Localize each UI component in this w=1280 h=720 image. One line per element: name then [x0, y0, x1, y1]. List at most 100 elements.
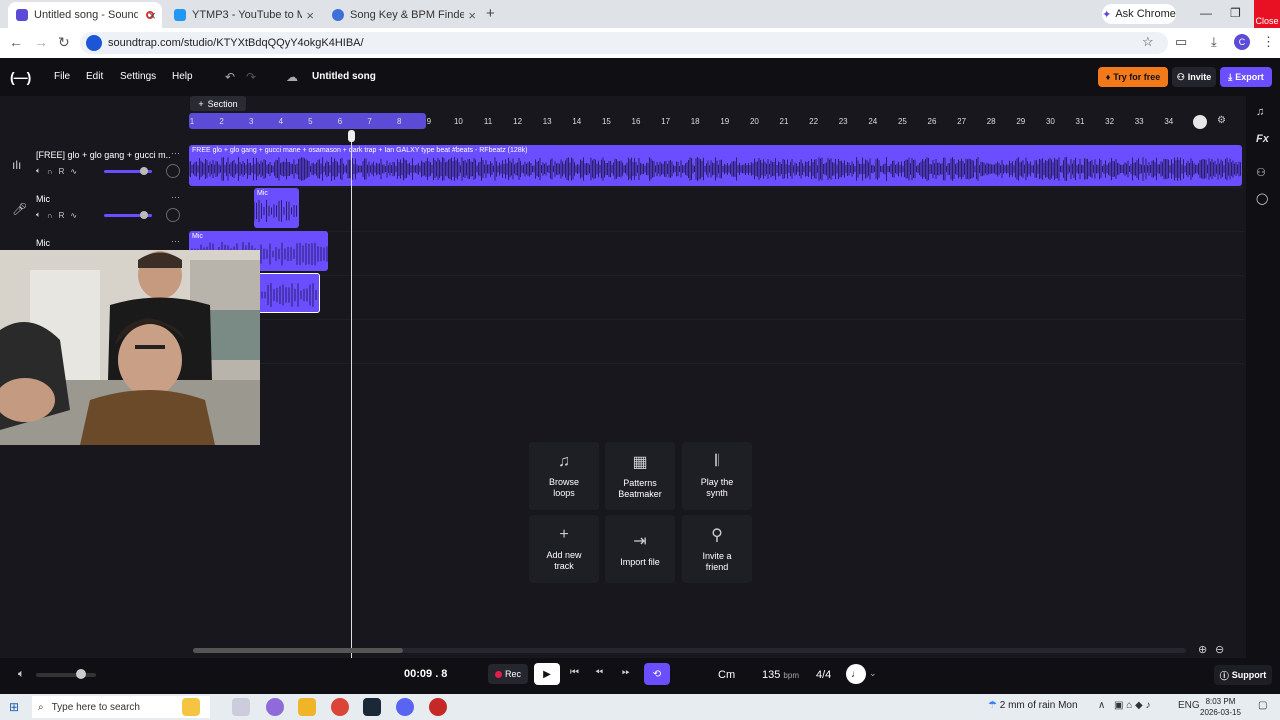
record-button[interactable]: Rec [488, 664, 528, 684]
chrome-menu-icon[interactable]: ⋮ [1262, 34, 1275, 50]
cast-icon[interactable]: ▭ [1175, 34, 1187, 50]
play-synth-card[interactable]: 𝄃 Play the synth [682, 442, 752, 510]
file-explorer-icon[interactable] [298, 698, 316, 716]
track-lane[interactable] [188, 320, 1244, 364]
scrollbar-thumb[interactable] [193, 648, 403, 653]
tab-tunebat[interactable]: Song Key & BPM Finder | Tunel × [324, 2, 482, 28]
bookmark-star-icon[interactable]: ☆ [1142, 34, 1154, 50]
maximize-icon[interactable]: ❐ [1230, 6, 1241, 20]
chevron-down-icon[interactable]: ⌄ [869, 668, 877, 679]
rewind-icon[interactable]: ⏪︎ [595, 667, 603, 678]
download-icon[interactable]: ⤓ [1211, 34, 1217, 50]
new-tab-icon[interactable]: + [486, 5, 495, 22]
music-note-icon[interactable]: ♫ [1256, 106, 1264, 118]
profile-avatar[interactable]: C [1234, 34, 1250, 50]
record-enable-button[interactable]: R [59, 167, 65, 176]
metronome-button[interactable]: ♩ [846, 664, 866, 684]
export-button[interactable]: ⤓ Export [1220, 67, 1272, 87]
chrome-icon[interactable] [331, 698, 349, 716]
reload-icon[interactable]: ↻ [58, 34, 70, 51]
volume-slider[interactable] [104, 211, 152, 219]
tab-ytmp3[interactable]: YTMP3 - YouTube to MP3 Conv × [166, 2, 320, 28]
timeline-settings-icon[interactable]: ⚙ [1217, 115, 1226, 126]
add-section-button[interactable]: + Section [190, 96, 246, 111]
mute-icon[interactable]: 🔈︎ [36, 166, 41, 176]
close-tab-icon[interactable]: × [306, 8, 314, 23]
task-view-icon[interactable] [232, 698, 250, 716]
soundtrap-logo[interactable]: (—) [10, 69, 31, 85]
close-tab-icon[interactable]: × [148, 8, 156, 23]
solo-headphones-icon[interactable]: ∩ [47, 167, 53, 176]
more-options-icon[interactable]: ··· [171, 236, 180, 246]
track-name[interactable]: Mic [36, 238, 171, 248]
audio-clip[interactable]: Mic [254, 188, 299, 228]
track-header[interactable]: 🎤︎ Mic ··· 🔈︎ ∩ R ∿ [0, 188, 188, 232]
support-button[interactable]: ⓘ Support [1214, 665, 1272, 685]
skip-to-start-icon[interactable]: ⏮︎ [570, 667, 579, 678]
app-icon[interactable] [429, 698, 447, 716]
song-title[interactable]: Untitled song [312, 71, 376, 82]
url-input[interactable]: soundtrap.com/studio/KTYXtBdqQQyY4okgK4H… [80, 32, 1168, 54]
pan-knob[interactable] [166, 208, 180, 222]
automation-icon[interactable]: ∿ [70, 167, 77, 176]
volume-knob[interactable] [140, 167, 148, 175]
master-volume-icon[interactable]: 🔈︎ [18, 668, 25, 681]
zoom-in-icon[interactable]: ⊕ [1198, 643, 1207, 656]
fx-icon[interactable]: Fx [1256, 133, 1269, 145]
ask-chrome-button[interactable]: ✦ Ask Chrome [1102, 4, 1176, 24]
close-tab-icon[interactable]: × [468, 8, 476, 23]
track-lane[interactable] [188, 188, 1244, 232]
invite-button[interactable]: ⚇ Invite [1172, 67, 1216, 87]
track-lane[interactable] [188, 276, 1244, 320]
menu-file[interactable]: File [54, 71, 70, 82]
mute-icon[interactable]: 🔈︎ [36, 210, 41, 220]
record-enable-button[interactable]: R [59, 211, 65, 220]
master-volume-knob[interactable] [76, 669, 86, 679]
chat-icon[interactable]: ◯ [1256, 192, 1268, 205]
copilot-icon[interactable] [266, 698, 284, 716]
menu-edit[interactable]: Edit [86, 71, 103, 82]
discord-icon[interactable] [396, 698, 414, 716]
weather-widget[interactable]: ☂ 2 mm of rain Mon [988, 700, 1078, 711]
time-signature[interactable]: 4/4 [816, 669, 831, 681]
windows-start-icon[interactable]: ⊞ [9, 700, 19, 714]
more-options-icon[interactable]: ··· [171, 192, 180, 202]
search-highlight-icon[interactable] [182, 698, 200, 716]
language-indicator[interactable]: ENG [1178, 700, 1200, 711]
follow-playhead-icon[interactable] [1193, 115, 1207, 129]
pan-knob[interactable] [166, 164, 180, 178]
volume-slider[interactable] [104, 167, 152, 175]
collaborators-icon[interactable]: ⚇ [1256, 166, 1266, 179]
site-info-icon[interactable] [86, 35, 102, 51]
fast-forward-icon[interactable]: ⏩︎ [622, 667, 630, 678]
key-selector[interactable]: Cm [718, 669, 735, 681]
playhead-handle[interactable] [348, 130, 355, 142]
redo-icon[interactable]: ↷ [246, 70, 256, 84]
notifications-icon[interactable]: ▢ [1258, 700, 1267, 711]
solo-headphones-icon[interactable]: ∩ [47, 211, 53, 220]
horizontal-scrollbar[interactable] [193, 648, 1186, 653]
track-name[interactable]: [FREE] glo + glo gang + gucci m... [36, 150, 171, 160]
tab-soundtrap[interactable]: Untitled song - Soundtrap × [8, 2, 162, 28]
import-file-card[interactable]: ⇥ Import file [605, 515, 675, 583]
track-header[interactable]: ılı [FREE] glo + glo gang + gucci m... ·… [0, 144, 188, 188]
audio-clip[interactable]: FREE glo + glo gang + gucci mane + osama… [189, 145, 1242, 186]
track-lane[interactable] [188, 232, 1244, 276]
play-button[interactable]: ▶ [534, 663, 560, 685]
tray-icons[interactable]: ▣ ⌂ ◆ ♪ [1114, 700, 1151, 711]
patterns-beatmaker-card[interactable]: ▦ Patterns Beatmaker [605, 442, 675, 510]
browse-loops-card[interactable]: ♫ Browse loops [529, 442, 599, 510]
close-window-button[interactable]: Close [1254, 0, 1280, 28]
steam-icon[interactable] [363, 698, 381, 716]
menu-help[interactable]: Help [172, 71, 193, 82]
try-for-free-button[interactable]: ♦ Try for free [1098, 67, 1168, 87]
zoom-out-icon[interactable]: ⊖ [1215, 643, 1224, 656]
forward-icon[interactable]: → [34, 34, 48, 50]
add-new-track-card[interactable]: + Add new track [529, 515, 599, 583]
minimize-icon[interactable]: — [1200, 6, 1212, 20]
automation-icon[interactable]: ∿ [70, 211, 77, 220]
playhead-line[interactable] [351, 130, 352, 658]
volume-knob[interactable] [140, 211, 148, 219]
tempo-display[interactable]: 135 bpm [762, 669, 799, 681]
track-name[interactable]: Mic [36, 194, 171, 204]
